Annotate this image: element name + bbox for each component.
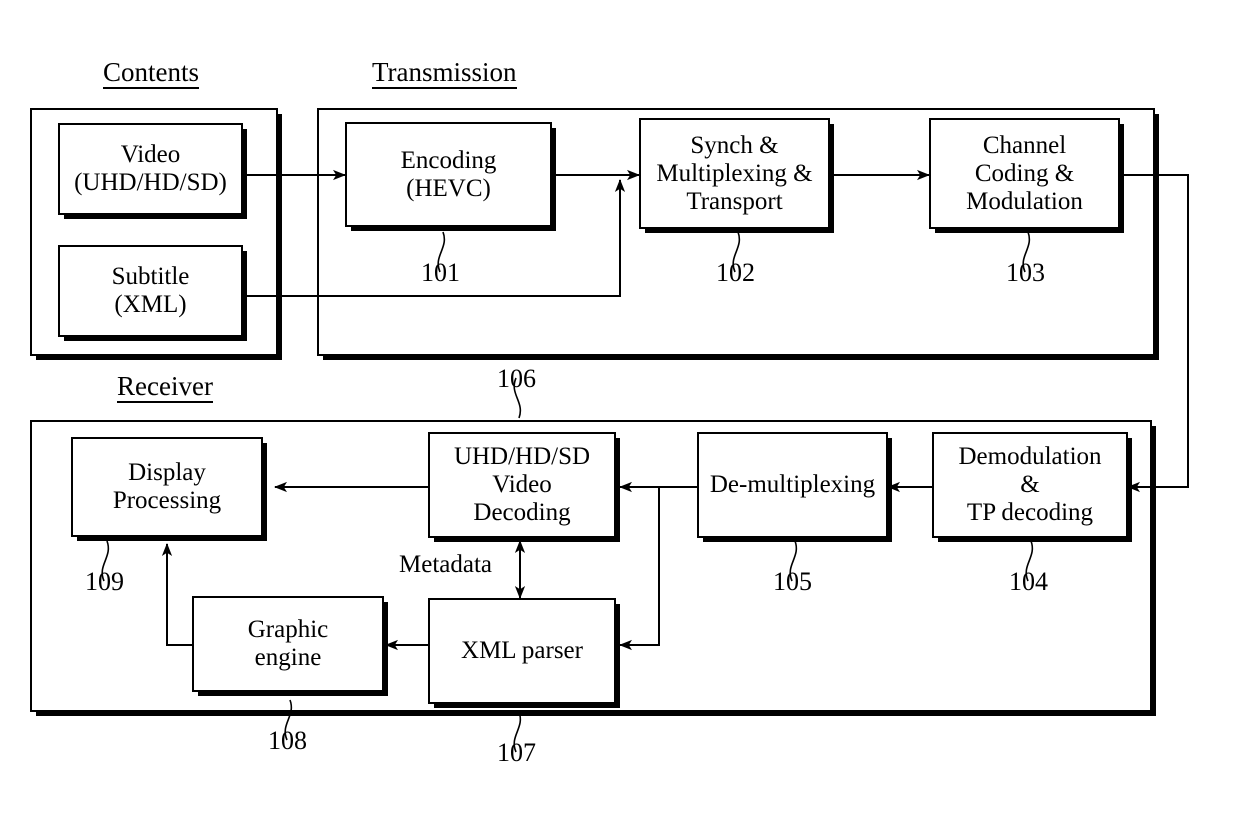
block-graphic-engine: Graphic engine <box>192 596 384 692</box>
block-display-processing: Display Processing <box>71 437 263 537</box>
block-synch-line2: Multiplexing & <box>656 159 813 187</box>
block-channel-line3: Modulation <box>966 187 1083 215</box>
refnum-101: 101 <box>421 258 460 287</box>
refnum-104: 104 <box>1009 567 1048 596</box>
block-demodulation-line1: Demodulation <box>958 443 1102 470</box>
block-channel-coding: Channel Coding & Modulation <box>929 118 1120 229</box>
block-videodec-line1: UHD/HD/SD <box>453 443 591 470</box>
block-video-line1: Video <box>120 141 181 168</box>
block-channel-line1: Channel <box>982 131 1067 159</box>
block-subtitle-line1: Subtitle <box>111 263 190 290</box>
refnum-108: 108 <box>268 726 307 755</box>
refnum-106: 106 <box>497 364 536 393</box>
refnum-107: 107 <box>497 738 536 767</box>
block-graphic-line2: engine <box>254 644 322 671</box>
label-metadata: Metadata <box>399 551 493 578</box>
block-encoding-line2: (HEVC) <box>406 174 491 202</box>
refnum-102: 102 <box>716 258 755 287</box>
block-subtitle: Subtitle (XML) <box>58 245 243 337</box>
block-xml-parser: XML parser <box>428 598 616 704</box>
block-video: Video (UHD/HD/SD) <box>58 123 243 215</box>
block-demultiplexing: De-multiplexing <box>697 432 888 538</box>
refnum-103: 103 <box>1006 258 1045 287</box>
block-graphic-line1: Graphic <box>247 616 329 643</box>
block-synch-mux-transport: Synch & Multiplexing & Transport <box>639 118 830 229</box>
block-demodulation-line3: TP decoding <box>966 499 1094 526</box>
block-videodec-line2: Video <box>492 471 552 498</box>
block-demodulation: Demodulation & TP decoding <box>932 432 1128 538</box>
block-synch-line3: Transport <box>686 187 783 215</box>
block-encoding: Encoding (HEVC) <box>345 122 552 227</box>
block-demodulation-line2: & <box>1020 471 1040 498</box>
block-video-decoding: UHD/HD/SD Video Decoding <box>428 432 616 538</box>
block-display-line1: Display <box>128 459 206 486</box>
block-encoding-line1: Encoding <box>400 146 497 174</box>
figure-canvas: Contents Transmission Receiver Video (UH… <box>0 0 1240 829</box>
block-synch-line1: Synch & <box>690 131 779 159</box>
block-xmlparser-line1: XML parser <box>461 637 583 664</box>
block-display-line2: Processing <box>112 487 222 514</box>
block-channel-line2: Coding & <box>974 159 1075 187</box>
block-subtitle-line2: (XML) <box>114 291 187 318</box>
refnum-105: 105 <box>773 567 812 596</box>
block-demux-line1: De-multiplexing <box>709 471 876 498</box>
block-video-line2: (UHD/HD/SD) <box>74 169 227 196</box>
refnum-109: 109 <box>85 567 124 596</box>
block-videodec-line3: Decoding <box>473 499 571 526</box>
